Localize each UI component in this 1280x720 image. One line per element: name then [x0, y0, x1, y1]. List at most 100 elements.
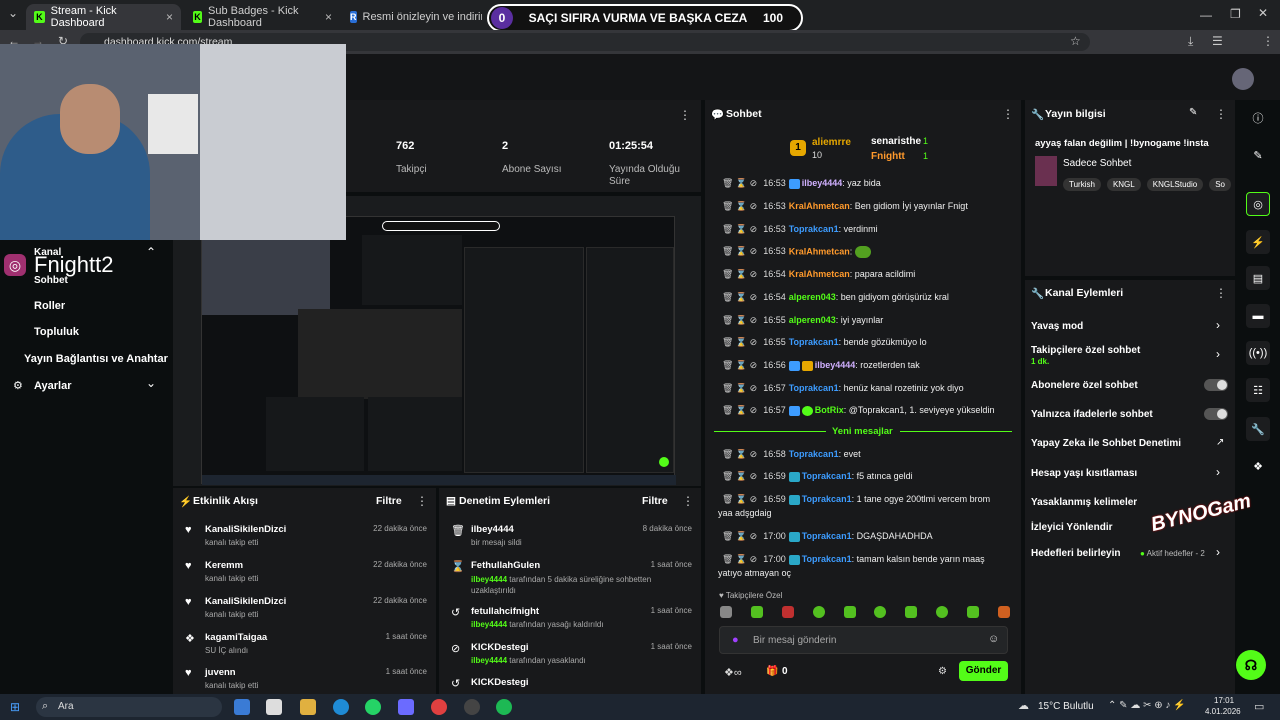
broadcast-icon[interactable]: ((•)): [1246, 341, 1270, 365]
category-thumbnail[interactable]: [1035, 156, 1057, 186]
sidebar-item-ayarlar[interactable]: Ayarlar: [34, 380, 72, 392]
subscribers-only-toggle[interactable]: [1204, 379, 1228, 391]
sidebar-item-roller[interactable]: Roller: [34, 300, 65, 312]
emotes-only-toggle[interactable]: [1204, 408, 1228, 420]
points-icon[interactable]: ❖∞: [724, 666, 742, 679]
action-emotes-only[interactable]: Yalnızca ifadelerle sohbet: [1031, 409, 1153, 420]
tray-icons[interactable]: ⌃ ✎ ☁ ✂ ⊕ ♪ ⚡: [1108, 700, 1186, 711]
close-icon[interactable]: ×: [166, 10, 173, 24]
category-name[interactable]: Sadece Sohbet: [1063, 158, 1131, 169]
document-icon[interactable]: ▤: [1246, 266, 1270, 290]
lightning-icon: ⚡: [179, 496, 193, 508]
store-icon[interactable]: [266, 699, 282, 715]
maximize-icon[interactable]: ❐: [1230, 7, 1241, 21]
obs-icon[interactable]: [464, 699, 480, 715]
pen-icon[interactable]: ✎: [1246, 143, 1270, 167]
sidebar-item-topluluk[interactable]: Topluluk: [34, 326, 79, 338]
window-close-icon[interactable]: ✕: [1258, 6, 1268, 20]
discord-icon[interactable]: [398, 699, 414, 715]
tab-search-icon[interactable]: ⌄: [8, 6, 18, 20]
avatar[interactable]: [1232, 68, 1254, 90]
activity-filter-button[interactable]: Filtre: [376, 495, 402, 507]
info-icon[interactable]: ⓘ: [1246, 106, 1270, 130]
weather-text: 15°C Bulutlu: [1038, 701, 1094, 712]
external-link-icon[interactable]: ↗: [1216, 437, 1224, 448]
more-icon[interactable]: ⋮: [1262, 34, 1274, 48]
emote-icon[interactable]: [967, 606, 979, 618]
sidebar-item-kanal[interactable]: Kanal: [34, 247, 61, 258]
emote-icon[interactable]: [936, 606, 949, 618]
action-ai-moderation[interactable]: Yapay Zeka ile Sohbet Denetimi: [1031, 438, 1181, 449]
chat-bubble-icon[interactable]: ▬: [1246, 304, 1270, 328]
copilot-icon[interactable]: [234, 699, 250, 715]
action-raid[interactable]: İzleyici Yönlendir: [1031, 522, 1113, 533]
chat-panel: 💬 Sohbet ⋮: [705, 100, 1021, 694]
kick-dashboard: ⋮ 762 Takipçi 2 Abone Sayısı 01:25:54 Ya…: [0, 44, 1280, 694]
sidebar-item-sohbet[interactable]: Sohbet: [34, 275, 68, 286]
chevron-right-icon[interactable]: ›: [1216, 347, 1220, 361]
action-banned-words[interactable]: Yasaklanmış kelimeler: [1031, 497, 1137, 508]
gift-icon[interactable]: 🎁: [766, 666, 778, 677]
stats-more-icon[interactable]: ⋮: [679, 108, 691, 122]
chevron-down-icon[interactable]: ⌄: [146, 376, 156, 390]
emoji-icon[interactable]: ☺: [988, 633, 999, 645]
close-icon[interactable]: ×: [325, 10, 332, 24]
edit-icon[interactable]: ✎: [1189, 107, 1197, 118]
notification-icon[interactable]: ▭: [1254, 700, 1264, 713]
windows-start-icon[interactable]: ⊞: [10, 700, 20, 714]
send-button[interactable]: Gönder: [959, 661, 1008, 681]
stream-info-panel: 🔧 Yayın bilgisi ✎ ⋮ ayyaş falan değilim …: [1025, 100, 1235, 276]
action-followers-only[interactable]: Takipçilere özel sohbet: [1031, 345, 1140, 356]
chevron-right-icon[interactable]: ›: [1216, 465, 1220, 479]
preview-banner: [382, 221, 500, 231]
bookmark-star-icon[interactable]: ☆: [1070, 34, 1081, 48]
spotify-icon[interactable]: [496, 699, 512, 715]
chevron-right-icon[interactable]: ›: [1216, 545, 1220, 559]
activity-more-icon[interactable]: ⋮: [416, 494, 428, 508]
tab-sub-badges[interactable]: K Sub Badges - Kick Dashboard ×: [185, 4, 340, 30]
chat-input[interactable]: ● Bir mesaj gönderin ☺: [719, 626, 1008, 654]
emote-icon[interactable]: [750, 606, 763, 618]
chrome-icon[interactable]: [431, 699, 447, 715]
channel-actions-more-icon[interactable]: ⋮: [1215, 286, 1227, 300]
followers-only-label: ♥ Takipçilere Özel: [719, 591, 783, 600]
action-subscribers-only[interactable]: Abonelere özel sohbet: [1031, 380, 1138, 391]
edge-icon[interactable]: [333, 699, 349, 715]
minimize-icon[interactable]: —: [1200, 8, 1212, 22]
taskbar-search[interactable]: ⌕ Ara: [36, 697, 222, 717]
settings-icon[interactable]: ⚙: [938, 666, 947, 677]
wrench-icon[interactable]: 🔧: [1246, 417, 1270, 441]
chevron-right-icon[interactable]: ›: [1216, 318, 1220, 332]
menu-icon[interactable]: ☰: [1212, 34, 1223, 48]
users-icon[interactable]: ☷: [1246, 378, 1270, 402]
lightning-icon[interactable]: ⚡: [1246, 230, 1270, 254]
emote-icon[interactable]: [905, 606, 918, 618]
action-goals[interactable]: Hedefleri belirleyin: [1031, 548, 1120, 559]
chevron-up-icon[interactable]: ⌃: [146, 245, 156, 259]
download-icon[interactable]: ⤓: [1188, 34, 1193, 49]
emote-icon[interactable]: [997, 606, 1010, 618]
moderation-more-icon[interactable]: ⋮: [682, 494, 694, 508]
points-icon[interactable]: ❖: [1246, 454, 1270, 478]
chat-more-icon[interactable]: ⋮: [1002, 107, 1014, 121]
whatsapp-icon[interactable]: [365, 699, 381, 715]
stream-info-more-icon[interactable]: ⋮: [1215, 107, 1227, 121]
sidebar-item-yayin[interactable]: Yayın Bağlantısı ve Anahtar: [24, 353, 168, 365]
folder-icon[interactable]: [300, 699, 316, 715]
followers-only-duration: 1 dk.: [1031, 357, 1050, 366]
emote-icon[interactable]: [812, 606, 825, 618]
tab-resmi[interactable]: R Resmi önizleyin ve indirin - Res: [342, 4, 482, 30]
emote-icon[interactable]: [720, 606, 732, 618]
camera-icon[interactable]: ◎: [1246, 192, 1270, 216]
moderation-filter-button[interactable]: Filtre: [642, 495, 668, 507]
action-slow-mode[interactable]: Yavaş mod: [1031, 321, 1083, 332]
preview-feed: [266, 397, 364, 471]
stat-uptime: 01:25:54 Yayında Olduğu Süre: [609, 140, 680, 187]
action-account-age[interactable]: Hesap yaşı kısıtlaması: [1031, 468, 1137, 479]
emote-icon[interactable]: [843, 606, 856, 618]
tab-stream[interactable]: K Stream - Kick Dashboard ×: [26, 4, 181, 30]
emote-icon[interactable]: [781, 606, 794, 618]
microphone-icon[interactable]: ●: [732, 634, 739, 646]
help-icon[interactable]: ☊: [1236, 650, 1266, 680]
emote-icon[interactable]: [874, 606, 887, 618]
